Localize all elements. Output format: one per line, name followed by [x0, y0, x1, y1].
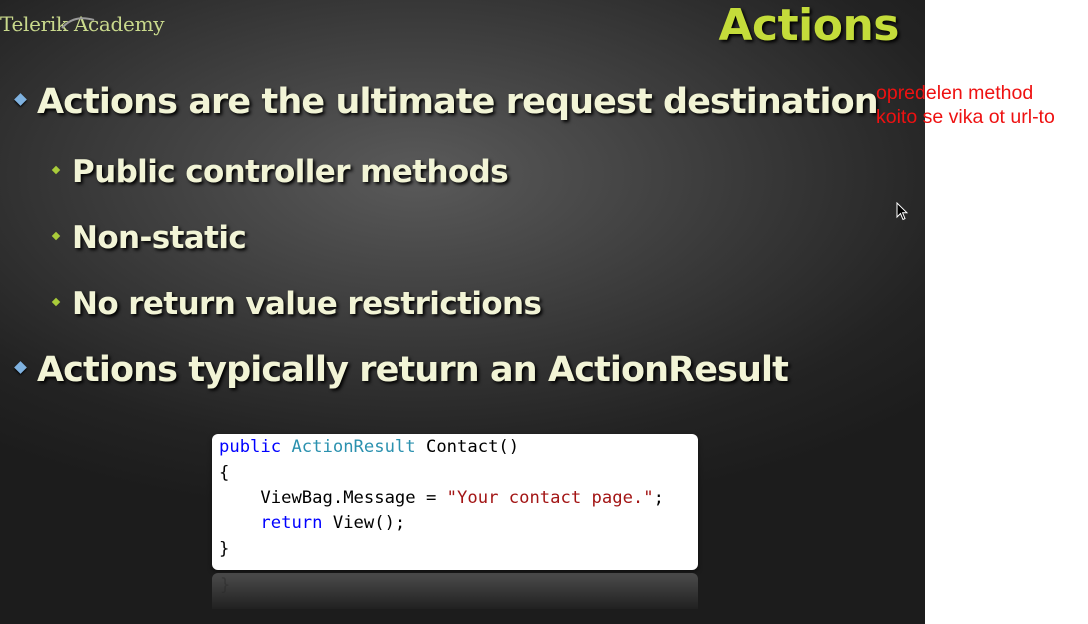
bullet-text: Actions typically return an ActionResult	[37, 350, 789, 390]
bullet-text: Public controller methods	[72, 154, 509, 190]
bullet-diamond-icon	[14, 360, 27, 374]
bullet-text: Non-static	[72, 220, 247, 256]
bullet-diamond-icon	[14, 92, 27, 106]
annotation-note: opredelen method koito se vika ot url-to	[876, 81, 1055, 129]
code-snippet: public ActionResult Contact() { ViewBag.…	[212, 434, 698, 570]
sub-bullet-diamond-icon	[51, 297, 61, 306]
code-text: ;	[653, 488, 664, 508]
code-keyword: return	[260, 513, 323, 533]
bullet-no-return-restrictions: No return value restrictions	[50, 286, 542, 322]
code-line-2: {	[219, 463, 229, 483]
code-line-4: return View();	[219, 513, 405, 533]
slide-title: Actions	[718, 0, 900, 51]
code-text: }	[219, 539, 230, 559]
mouse-pointer-icon	[896, 202, 908, 221]
code-line-1: public ActionResult Contact()	[219, 437, 519, 457]
bullet-text: Actions are the ultimate request destina…	[37, 82, 879, 122]
code-line-5: }	[219, 539, 229, 559]
reflection-brace: }	[220, 575, 231, 595]
code-type: ActionResult	[291, 437, 416, 457]
bullet-public-controller-methods: Public controller methods	[50, 154, 509, 190]
bullet-non-static: Non-static	[50, 220, 247, 256]
code-line-3: ViewBag.Message = "Your contact page.";	[219, 488, 664, 508]
annotation-line-2: koito se vika ot url-to	[876, 106, 1055, 128]
code-reflection: }	[212, 573, 698, 609]
code-text: {	[219, 463, 230, 483]
code-text: Contact()	[415, 437, 520, 457]
logo-swoosh-icon	[61, 17, 95, 29]
sub-bullet-diamond-icon	[51, 165, 61, 174]
sub-bullet-diamond-icon	[51, 231, 61, 240]
presentation-slide: Telerik Academy Actions Actions are the …	[0, 0, 925, 624]
code-text: ViewBag.Message =	[260, 488, 447, 508]
code-text: View();	[322, 513, 406, 533]
annotation-line-1: opredelen method	[876, 82, 1034, 104]
bullet-actions-return-actionresult: Actions typically return an ActionResult	[12, 350, 789, 390]
telerik-academy-logo: Telerik Academy	[0, 12, 165, 36]
bullet-actions-destination: Actions are the ultimate request destina…	[12, 82, 879, 122]
code-string: "Your contact page."	[446, 488, 654, 508]
code-keyword: public	[219, 437, 282, 457]
bullet-text: No return value restrictions	[72, 286, 542, 322]
